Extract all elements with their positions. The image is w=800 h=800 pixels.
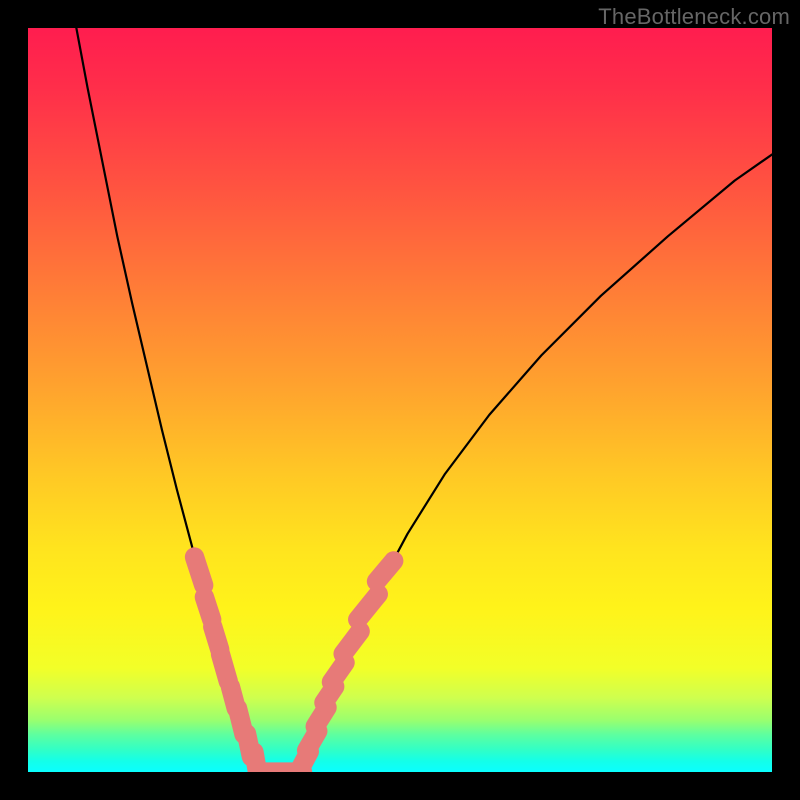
curve-layer xyxy=(28,28,772,772)
bottleneck-curve xyxy=(76,28,772,772)
data-marker xyxy=(204,597,211,620)
chart-frame: TheBottleneck.com xyxy=(0,0,800,800)
watermark-text: TheBottleneck.com xyxy=(598,4,790,30)
data-marker xyxy=(377,561,394,582)
data-marker xyxy=(343,631,360,654)
data-marker xyxy=(221,654,229,681)
data-marker xyxy=(195,557,204,585)
data-marker xyxy=(358,594,379,619)
data-marker xyxy=(331,663,345,683)
plot-area xyxy=(28,28,772,772)
